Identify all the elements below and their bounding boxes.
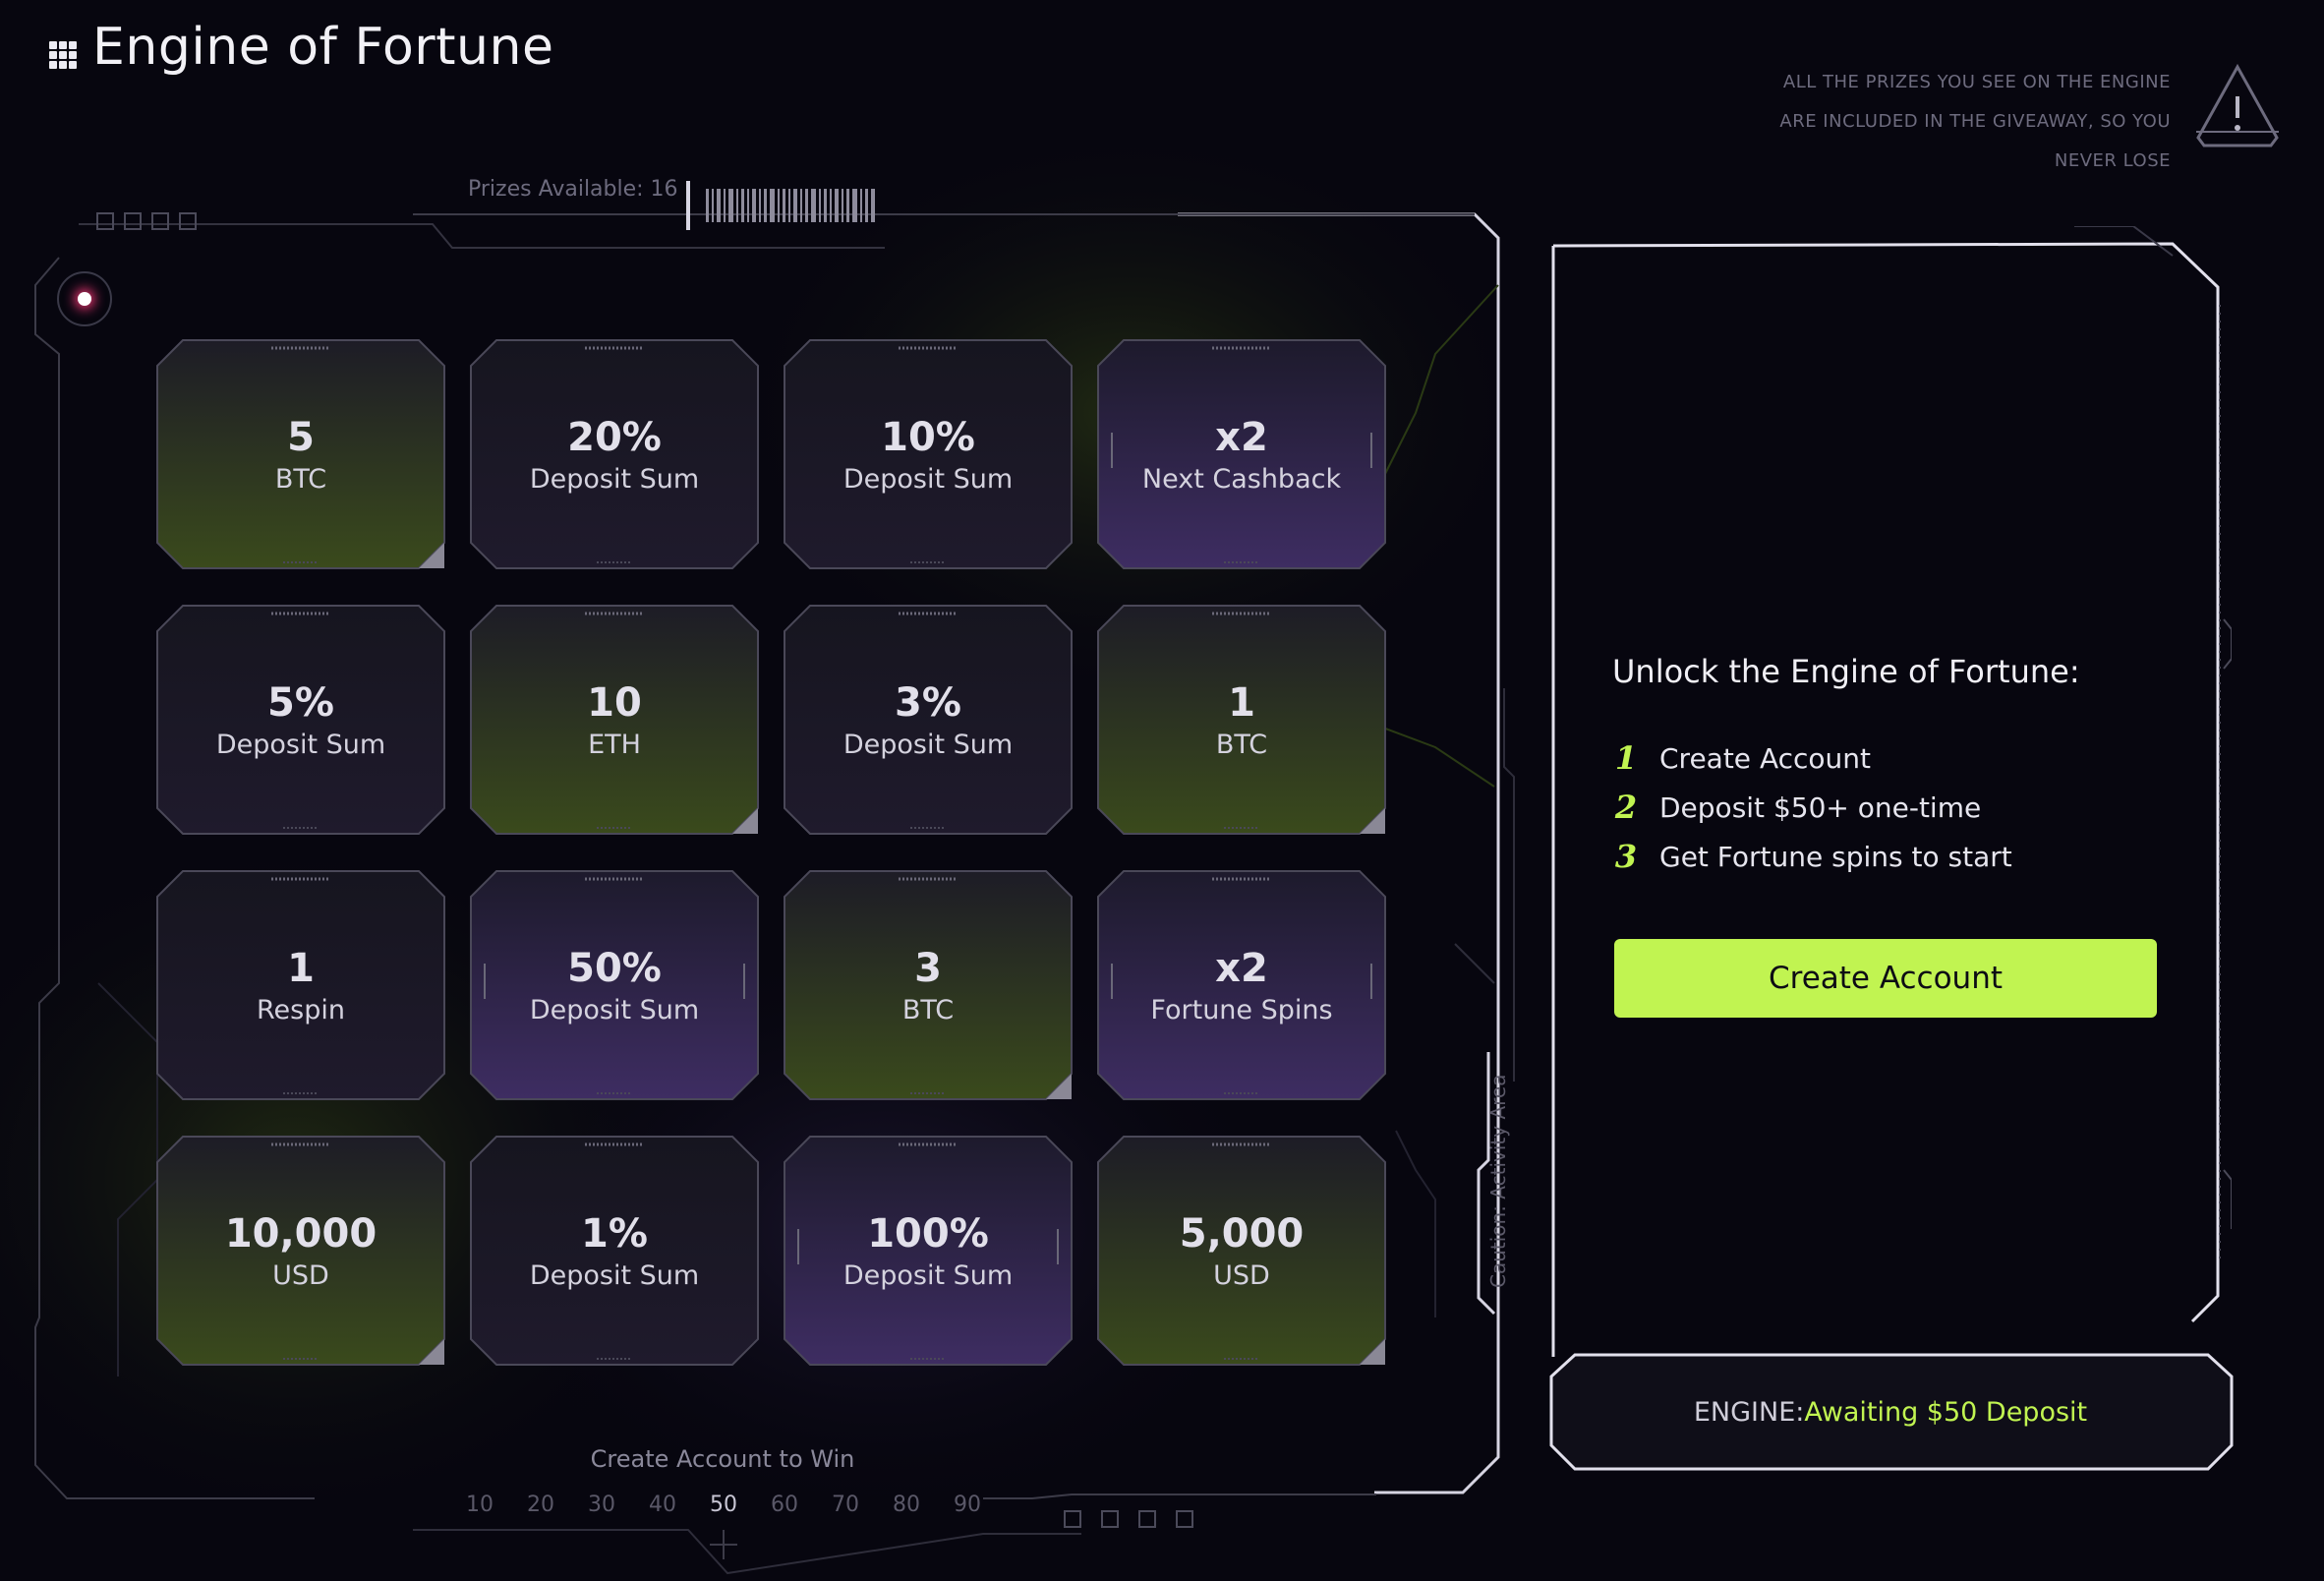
tile-label: Next Cashback	[1141, 463, 1342, 495]
create-account-to-win: Create Account to Win	[590, 1445, 855, 1473]
scale-mark: 70	[832, 1493, 859, 1517]
tile-label: USD	[272, 1259, 329, 1291]
create-account-button[interactable]: Create Account	[1614, 939, 2157, 1018]
tile-label: Deposit Sum	[529, 994, 700, 1025]
tile-label: Deposit Sum	[842, 463, 1014, 495]
tile-label: Respin	[257, 994, 345, 1025]
tile-value: 3	[914, 945, 942, 991]
status-dot	[57, 271, 112, 326]
prize-tile[interactable]: 100% Deposit Sum	[783, 1135, 1074, 1367]
prize-tile[interactable]: 10,000 USD	[155, 1135, 446, 1367]
tile-value: 5	[287, 414, 315, 460]
step-create-account: 1 Create Account	[1612, 739, 1871, 777]
notice-line: ALL THE PRIZES YOU SEE ON THE ENGINE	[1782, 72, 2171, 92]
tile-value: 10%	[881, 414, 975, 460]
prize-tile[interactable]: 1 Respin	[155, 869, 446, 1101]
scale-mark: 60	[771, 1493, 798, 1517]
app-title: Engine of Fortune	[92, 18, 554, 77]
notice-line: ARE INCLUDED IN THE GIVEAWAY, SO YOU	[1779, 111, 2171, 132]
step-deposit: 2 Deposit $50+ one-time	[1612, 789, 1981, 826]
tile-label: Deposit Sum	[215, 729, 386, 760]
step-number: 3	[1614, 838, 1638, 875]
prizes-available: Prizes Available: 16	[468, 177, 678, 202]
tile-label: BTC	[1215, 729, 1268, 760]
prize-tile[interactable]: 5 BTC	[155, 338, 446, 570]
tile-label: BTC	[901, 994, 955, 1025]
prize-tile[interactable]: 1 BTC	[1096, 604, 1387, 836]
step-text: Deposit $50+ one-time	[1659, 790, 1982, 824]
step-text: Create Account	[1659, 741, 1871, 775]
tile-value: 10,000	[224, 1210, 378, 1257]
step-fortune-spins: 3 Get Fortune spins to start	[1612, 838, 2012, 875]
scale-mark: 30	[588, 1493, 615, 1517]
scale-mark: 90	[954, 1493, 981, 1517]
grid-menu-icon[interactable]	[49, 41, 77, 69]
tile-value: x2	[1215, 945, 1268, 991]
prize-tile[interactable]: 10% Deposit Sum	[783, 338, 1074, 570]
notice-line: NEVER LOSE	[2054, 150, 2171, 171]
tile-label: Deposit Sum	[529, 463, 700, 495]
prize-tile[interactable]: 20% Deposit Sum	[469, 338, 760, 570]
indicator-squares	[96, 212, 197, 230]
tile-value: 1%	[581, 1210, 648, 1257]
prize-tile[interactable]: x2 Next Cashback	[1096, 338, 1387, 570]
prize-tile[interactable]: 10 ETH	[469, 604, 760, 836]
tile-label: Fortune Spins	[1150, 994, 1333, 1025]
tile-value: x2	[1215, 414, 1268, 460]
tile-value: 5,000	[1179, 1210, 1305, 1257]
prize-tile[interactable]: 3% Deposit Sum	[783, 604, 1074, 836]
step-number: 1	[1614, 739, 1638, 777]
tile-label: ETH	[588, 729, 641, 760]
tile-value: 20%	[567, 414, 662, 460]
step-text: Get Fortune spins to start	[1659, 840, 2012, 873]
tile-label: BTC	[274, 463, 327, 495]
prize-tile[interactable]: x2 Fortune Spins	[1096, 869, 1387, 1101]
warning-triangle-icon	[2196, 63, 2279, 147]
tile-value: 3%	[895, 679, 961, 726]
scale-mark: 10	[466, 1493, 494, 1517]
tile-value: 10	[587, 679, 642, 726]
caution-label: Caution: Activity Area	[1486, 1074, 1510, 1288]
prize-tile[interactable]: 3 BTC	[783, 869, 1074, 1101]
prize-tile[interactable]: 5% Deposit Sum	[155, 604, 446, 836]
prize-tile[interactable]: 5,000 USD	[1096, 1135, 1387, 1367]
prize-tile[interactable]: 50% Deposit Sum	[469, 869, 760, 1101]
tile-value: 50%	[567, 945, 662, 991]
spin-scale: 10 20 30 40 50 60 70 80 90	[466, 1493, 1015, 1517]
tile-value: 1	[1228, 679, 1255, 726]
scale-mark: 20	[527, 1493, 554, 1517]
engine-status: ENGINE: Awaiting $50 Deposit	[1551, 1355, 2230, 1469]
step-number: 2	[1614, 789, 1638, 826]
barcode-graphic	[706, 189, 875, 222]
scale-mark: 40	[649, 1493, 676, 1517]
prize-notice: ALL THE PRIZES YOU SEE ON THE ENGINE ARE…	[1620, 63, 2171, 181]
prize-tile[interactable]: 1% Deposit Sum	[469, 1135, 760, 1367]
tile-label: Deposit Sum	[529, 1259, 700, 1291]
tile-label: Deposit Sum	[842, 729, 1014, 760]
scale-mark: 50	[710, 1493, 737, 1517]
prizes-divider	[686, 181, 690, 230]
engine-status-value: Awaiting $50 Deposit	[1804, 1396, 2088, 1428]
unlock-title: Unlock the Engine of Fortune:	[1612, 653, 2080, 690]
tile-label: Deposit Sum	[842, 1259, 1014, 1291]
engine-status-key: ENGINE:	[1693, 1396, 1805, 1428]
tile-value: 100%	[867, 1210, 989, 1257]
indicator-squares	[1064, 1510, 1193, 1528]
scale-mark: 80	[893, 1493, 920, 1517]
tile-label: USD	[1213, 1259, 1270, 1291]
tile-value: 5%	[267, 679, 334, 726]
tile-value: 1	[287, 945, 315, 991]
